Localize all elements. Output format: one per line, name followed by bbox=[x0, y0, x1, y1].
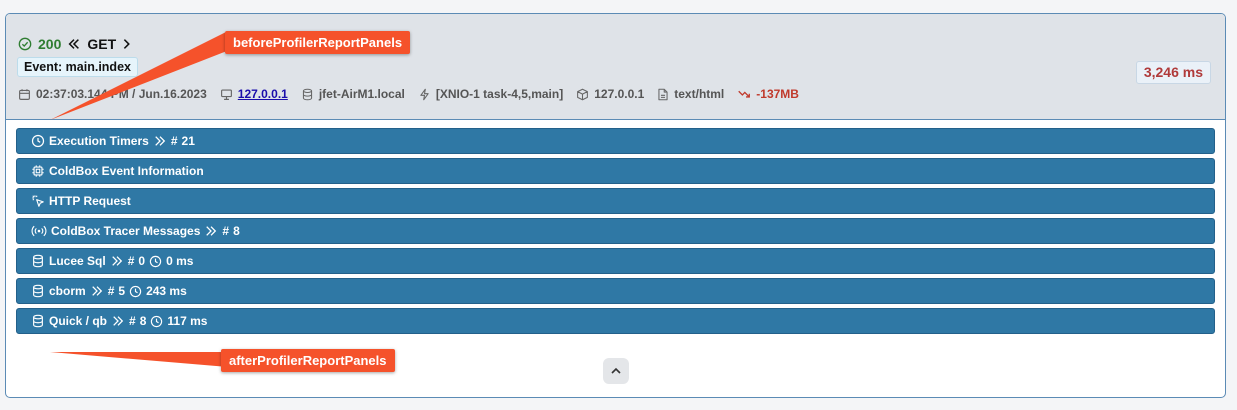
clock-icon bbox=[151, 315, 163, 327]
profiler-report-card: 200 GET Event: main.index 02:37:03.144 P… bbox=[5, 13, 1226, 398]
http-method: GET bbox=[87, 36, 117, 52]
panel-lucee-sql[interactable]: Lucee Sql # 0 0 ms bbox=[16, 248, 1215, 274]
database-icon bbox=[33, 314, 43, 328]
hostname: jfet-AirM1.local bbox=[318, 87, 405, 101]
panel-count: 8 bbox=[139, 314, 147, 328]
panel-coldbox-tracer-messages[interactable]: ColdBox Tracer Messages # 8 bbox=[16, 218, 1215, 244]
database-icon bbox=[33, 254, 43, 268]
calendar-icon bbox=[19, 88, 30, 100]
server-ip: 127.0.0.1 bbox=[594, 87, 645, 101]
panel-count: 5 bbox=[118, 284, 126, 298]
request-meta: 02:37:03.144 PM / Jun.16.2023 127.0.0.1 … bbox=[18, 86, 812, 102]
collapse-button[interactable] bbox=[603, 358, 629, 384]
clock-icon bbox=[149, 255, 162, 267]
trending-down-icon bbox=[738, 90, 751, 98]
report-panels: Execution Timers # 21 ColdBox Event Info… bbox=[16, 128, 1215, 338]
clock-icon bbox=[129, 285, 142, 297]
ip-link[interactable]: 127.0.0.1 bbox=[238, 87, 288, 101]
broadcast-icon bbox=[31, 225, 47, 237]
double-chevron-right-icon bbox=[113, 316, 124, 326]
panel-count: 0 bbox=[138, 254, 146, 268]
hash-symbol: # bbox=[129, 314, 136, 328]
double-chevron-right-icon bbox=[111, 256, 122, 266]
request-duration-badge: 3,246 ms bbox=[1135, 61, 1211, 84]
chevron-right-icon bbox=[123, 39, 131, 49]
database-icon bbox=[302, 88, 312, 100]
panel-title: cborm bbox=[49, 284, 86, 298]
double-chevron-left-icon bbox=[68, 39, 80, 49]
content-type: text/html bbox=[674, 87, 725, 101]
panel-http-request[interactable]: HTTP Request bbox=[16, 188, 1215, 214]
database-icon bbox=[33, 284, 43, 298]
double-chevron-right-icon bbox=[155, 136, 166, 146]
event-badge: Event: main.index bbox=[17, 57, 138, 77]
panel-title: ColdBox Event Information bbox=[49, 164, 204, 178]
panel-coldbox-event-information[interactable]: ColdBox Event Information bbox=[16, 158, 1215, 184]
hash-symbol: # bbox=[170, 134, 178, 148]
panel-cborm[interactable]: cborm # 5 243 ms bbox=[16, 278, 1215, 304]
panel-execution-timers[interactable]: Execution Timers # 21 bbox=[16, 128, 1215, 154]
chevron-up-icon bbox=[611, 367, 621, 374]
panel-count: 8 bbox=[233, 224, 240, 238]
cube-icon bbox=[577, 88, 589, 100]
hash-symbol: # bbox=[222, 224, 230, 238]
computer-icon bbox=[220, 88, 232, 100]
panel-time: 243 ms bbox=[146, 284, 187, 298]
hash-symbol: # bbox=[127, 254, 135, 268]
timestamp: 02:37:03.144 PM / Jun.16.2023 bbox=[36, 87, 207, 101]
panel-quick-qb[interactable]: Quick / qb # 8 117 ms bbox=[16, 308, 1215, 334]
after-panels-callout: afterProfilerReportPanels bbox=[221, 349, 395, 372]
panel-title: HTTP Request bbox=[49, 194, 131, 208]
check-circle-icon bbox=[18, 37, 32, 51]
double-chevron-right-icon bbox=[206, 226, 217, 236]
request-header: 200 GET Event: main.index 02:37:03.144 P… bbox=[6, 14, 1225, 120]
clock-icon bbox=[31, 134, 45, 148]
cursor-click-icon bbox=[32, 195, 44, 207]
memory-delta: -137MB bbox=[756, 87, 799, 101]
before-panels-callout: beforeProfilerReportPanels bbox=[225, 31, 411, 54]
double-chevron-right-icon bbox=[91, 286, 102, 296]
panel-count: 21 bbox=[181, 134, 195, 148]
panel-title: Lucee Sql bbox=[49, 254, 106, 268]
status-code: 200 bbox=[38, 36, 62, 52]
panel-title: Quick / qb bbox=[49, 314, 108, 328]
document-icon bbox=[658, 88, 668, 100]
panel-time: 117 ms bbox=[167, 314, 208, 328]
panel-title: ColdBox Tracer Messages bbox=[51, 224, 201, 238]
thread-info: [XNIO-1 task-4,5,main] bbox=[435, 87, 564, 101]
hash-symbol: # bbox=[107, 284, 115, 298]
status-line: 200 GET bbox=[18, 35, 132, 53]
lightning-icon bbox=[420, 88, 429, 100]
cpu-chip-icon bbox=[32, 165, 44, 177]
panel-time: 0 ms bbox=[166, 254, 194, 268]
panel-title: Execution Timers bbox=[49, 134, 149, 148]
